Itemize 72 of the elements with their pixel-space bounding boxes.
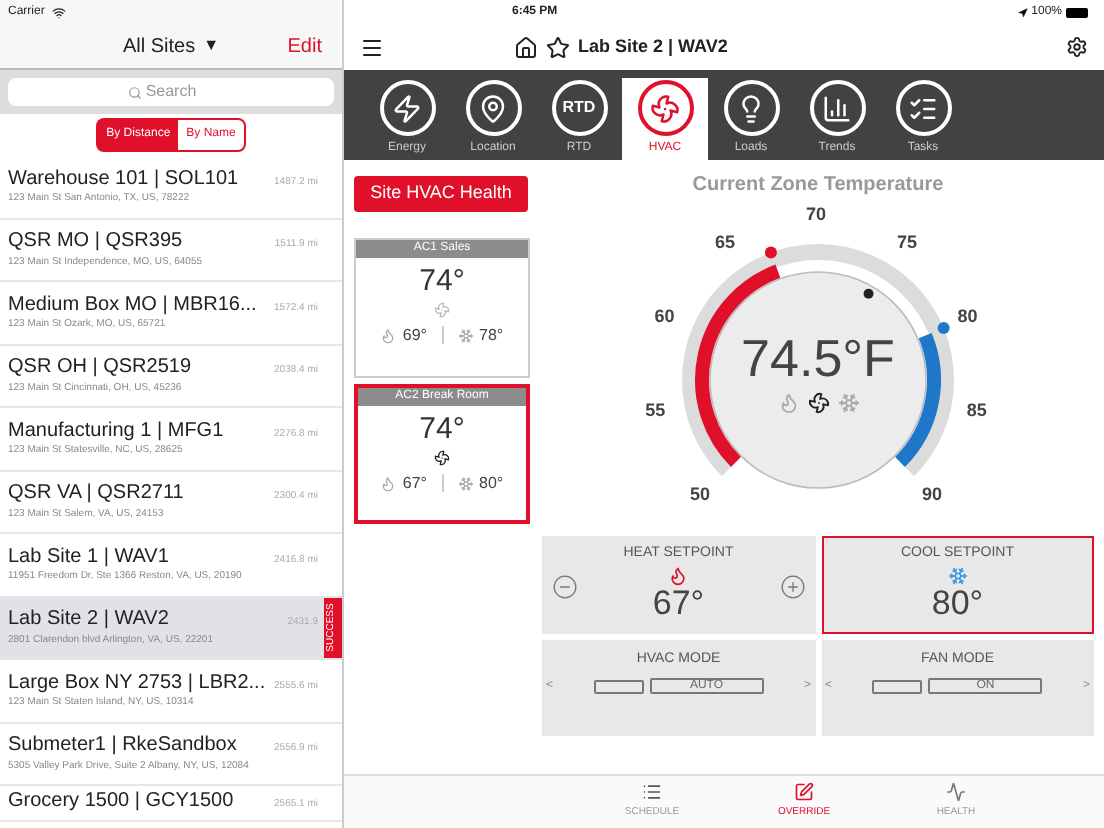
fan-icon [434, 301, 450, 317]
heat-marker [764, 246, 777, 259]
gauge-scale-label: 55 [645, 401, 666, 420]
list-icon [642, 782, 662, 803]
lightning-icon [392, 93, 422, 123]
site-name: Medium Box MO | MBR16... [8, 293, 257, 318]
menu-icon[interactable] [360, 35, 384, 59]
search-field[interactable]: Search [8, 78, 334, 106]
site-name: Lab Site 2 | WAV2 [8, 608, 169, 634]
snowflake-icon [837, 392, 859, 414]
bar-chart-icon [822, 93, 852, 123]
gauge-scale-label: 50 [690, 485, 711, 504]
site-name: Large Box NY 2753 | LBR2... [8, 671, 266, 696]
site-filter-dropdown[interactable]: All Sites ▼ [122, 31, 220, 61]
gauge-title: Current Zone Temperature [692, 172, 944, 200]
pulse-icon [946, 782, 966, 803]
home-icon[interactable] [514, 35, 538, 59]
location-arrow-icon [1017, 7, 1028, 17]
site-hvac-health-button[interactable]: Site HVAC Health [354, 176, 528, 211]
edit-icon [794, 782, 814, 803]
gauge-scale-label: 85 [966, 401, 987, 420]
site-title: Lab Site 2 | WAV2 [578, 33, 728, 60]
zone-heat-setpoint: 69° [402, 323, 427, 347]
zone-cool-setpoint: 78° [479, 323, 504, 347]
setpoint-value: 67° [652, 585, 705, 619]
zone-temperature: 74° [419, 265, 465, 295]
snowflake-icon [947, 565, 968, 585]
rtd-icon-text: RTD [562, 96, 596, 120]
battery-icon [1066, 7, 1088, 17]
mode-option [593, 679, 644, 693]
flame-icon [777, 392, 799, 414]
setpoint-value: 80° [931, 585, 984, 619]
flame-icon [668, 565, 689, 585]
increase-button[interactable] [779, 574, 805, 600]
site-name: Warehouse 101 | SOL101 [8, 167, 239, 192]
fan-icon [650, 93, 680, 123]
settings-icon[interactable] [1066, 36, 1088, 58]
map-pin-icon [478, 93, 508, 123]
lightbulb-icon [736, 93, 766, 123]
search-icon [128, 86, 142, 100]
site-name: Grocery 1500 | GCY1500 [8, 790, 234, 816]
star-icon[interactable] [546, 35, 570, 59]
flame-icon [380, 475, 397, 491]
gauge-scale-label: 70 [806, 206, 827, 224]
site-name: QSR VA | QSR2711 [8, 482, 184, 508]
zone-heat-setpoint: 67° [402, 471, 427, 495]
zone-cool-setpoint: 80° [479, 471, 504, 495]
site-name: Lab Site 1 | WAV1 [8, 545, 169, 571]
snowflake-icon [457, 475, 473, 491]
site-name: QSR MO | QSR395 [8, 230, 183, 256]
snowflake-icon [457, 327, 473, 343]
cool-range-arc [894, 333, 941, 467]
checklist-icon [908, 93, 938, 123]
decrease-button[interactable] [552, 574, 578, 600]
fan-icon [807, 392, 829, 414]
site-name: QSR OH | QSR2519 [8, 356, 192, 382]
cool-marker [937, 321, 950, 334]
gauge-scale-label: 80 [957, 307, 978, 326]
current-temperature-marker [863, 288, 874, 299]
site-name: Manufacturing 1 | MFG1 [8, 419, 224, 444]
mode-option [872, 679, 923, 693]
wifi-icon [52, 5, 67, 19]
edit-button[interactable]: Edit [287, 31, 322, 61]
zone-temperature: 74° [419, 413, 465, 443]
flame-icon [380, 327, 397, 343]
gauge-scale-label: 65 [714, 233, 735, 252]
gauge-scale-label: 90 [921, 485, 942, 504]
current-temperature: 74.5°F [741, 332, 895, 384]
gauge-scale-label: 75 [897, 233, 918, 252]
fan-icon [434, 449, 450, 465]
site-name: Submeter1 | RkeSandbox [8, 734, 237, 760]
gauge-scale-label: 60 [654, 307, 675, 326]
